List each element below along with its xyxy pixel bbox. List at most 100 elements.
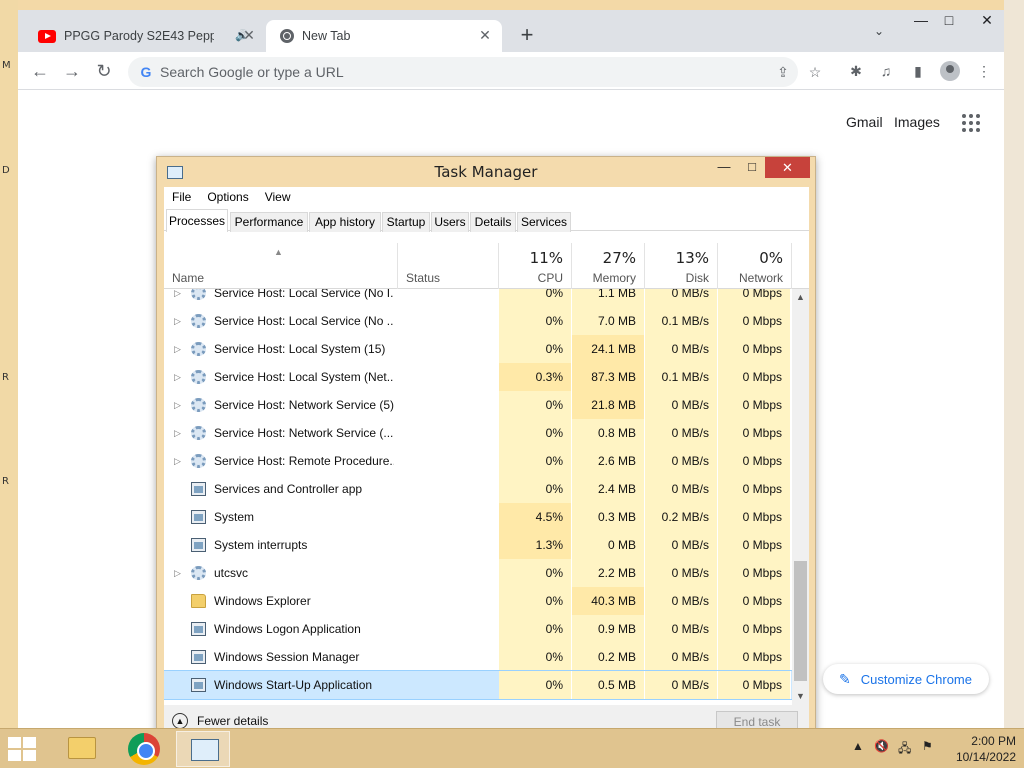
column-status[interactable]: Status bbox=[398, 243, 499, 289]
taskbar-chrome[interactable] bbox=[116, 731, 170, 767]
column-memory[interactable]: 27% Memory bbox=[572, 243, 645, 289]
bookmark-star-icon[interactable]: ☆ bbox=[806, 63, 824, 81]
address-input[interactable] bbox=[160, 61, 720, 83]
process-row[interactable]: Windows Session Manager 0% 0.2 MB 0 MB/s 0 M… bbox=[164, 643, 792, 671]
process-network: 0 Mbps bbox=[718, 643, 791, 671]
images-link[interactable]: Images bbox=[894, 114, 940, 130]
process-row[interactable]: ▷ Service Host: Local Service (No I... 0% 1… bbox=[164, 289, 792, 307]
menu-options[interactable]: Options bbox=[199, 187, 256, 207]
network-icon[interactable]: 🖧 bbox=[898, 739, 911, 760]
process-cpu: 0% bbox=[499, 391, 572, 419]
google-apps-icon[interactable] bbox=[962, 114, 980, 132]
volume-muted-icon[interactable]: 🔇 bbox=[874, 739, 889, 753]
desktop-icon-label: R bbox=[2, 372, 9, 383]
expand-chevron-icon[interactable]: ▷ bbox=[174, 559, 181, 587]
process-network: 0 Mbps bbox=[718, 503, 791, 531]
sort-up-icon: ▲ bbox=[274, 247, 283, 257]
omnibox[interactable]: G ⇪ ☆ bbox=[128, 57, 821, 87]
action-center-icon[interactable]: ⚑ bbox=[922, 739, 933, 753]
taskbar-task-manager[interactable] bbox=[176, 731, 230, 767]
extensions-icon[interactable]: ✱ bbox=[846, 61, 866, 81]
minimize-button[interactable]: — bbox=[906, 12, 936, 34]
process-row[interactable]: Windows Explorer 0% 40.3 MB 0 MB/s 0 Mbps bbox=[164, 587, 792, 615]
reload-icon[interactable]: ↻ bbox=[92, 59, 116, 83]
gmail-link[interactable]: Gmail bbox=[846, 114, 883, 130]
show-hidden-icons-icon[interactable]: ▲ bbox=[852, 739, 864, 753]
tab-users[interactable]: Users bbox=[431, 212, 469, 232]
tab-app-history[interactable]: App history bbox=[309, 212, 381, 232]
scroll-down-icon[interactable]: ▼ bbox=[792, 688, 809, 705]
process-row[interactable]: Windows Logon Application 0% 0.9 MB 0 MB/s 0… bbox=[164, 615, 792, 643]
process-name: Windows Logon Application bbox=[214, 622, 361, 636]
expand-chevron-icon[interactable]: ▷ bbox=[174, 307, 181, 335]
process-memory: 0.2 MB bbox=[572, 643, 645, 671]
process-cpu: 0% bbox=[499, 419, 572, 447]
start-button[interactable] bbox=[8, 737, 38, 761]
app-window-icon bbox=[191, 622, 206, 636]
expand-chevron-icon[interactable]: ▷ bbox=[174, 419, 181, 447]
taskbar-file-explorer[interactable] bbox=[54, 731, 108, 767]
fewer-details-button[interactable]: ▲ Fewer details bbox=[172, 713, 268, 729]
menu-file[interactable]: File bbox=[164, 187, 199, 207]
process-row[interactable]: ▷ Service Host: Network Service (... 0% 0.8… bbox=[164, 419, 792, 447]
tab-search-icon[interactable]: ⌄ bbox=[874, 24, 884, 38]
column-name[interactable]: ▲ Name bbox=[164, 243, 398, 289]
menu-kebab-icon[interactable]: ⋮ bbox=[974, 61, 994, 81]
process-row[interactable]: ▷ Service Host: Local System (15) 0% 24.1 M… bbox=[164, 335, 792, 363]
media-control-icon[interactable]: ♫ bbox=[876, 61, 896, 81]
process-name: Service Host: Local System (15) bbox=[214, 342, 386, 356]
app-window-icon bbox=[191, 510, 206, 524]
tab-youtube[interactable]: PPGG Parody S2E43 Peppa Th 🔊 ✕ bbox=[30, 20, 266, 52]
menu-view[interactable]: View bbox=[257, 187, 299, 207]
customize-chrome-button[interactable]: ✎ Customize Chrome bbox=[823, 664, 989, 694]
close-tab-icon[interactable]: ✕ bbox=[240, 26, 258, 44]
scroll-thumb[interactable] bbox=[794, 561, 807, 681]
forward-icon[interactable]: → bbox=[60, 59, 84, 83]
tab-services[interactable]: Services bbox=[517, 212, 571, 232]
expand-chevron-icon[interactable]: ▷ bbox=[174, 363, 181, 391]
expand-chevron-icon[interactable]: ▷ bbox=[174, 391, 181, 419]
tab-processes[interactable]: Processes bbox=[166, 209, 228, 232]
process-row[interactable]: Services and Controller app 0% 2.4 MB 0 MB/… bbox=[164, 475, 792, 503]
app-window-icon bbox=[191, 482, 206, 496]
tab-startup[interactable]: Startup bbox=[382, 212, 430, 232]
column-network[interactable]: 0% Network bbox=[718, 243, 792, 289]
tab-new-tab[interactable]: New Tab ✕ bbox=[266, 20, 502, 52]
process-row[interactable]: ▷ utcsvc 0% 2.2 MB 0 MB/s 0 Mbps bbox=[164, 559, 792, 587]
process-row[interactable]: ▷ Service Host: Remote Procedure... 0% 2.6 … bbox=[164, 447, 792, 475]
process-cpu: 0% bbox=[499, 335, 572, 363]
expand-chevron-icon[interactable]: ▷ bbox=[174, 289, 181, 307]
scroll-up-icon[interactable]: ▲ bbox=[792, 289, 809, 306]
column-cpu[interactable]: 11% CPU bbox=[499, 243, 572, 289]
process-row[interactable]: ▷ Service Host: Local Service (No ... 0% 7.… bbox=[164, 307, 792, 335]
close-window-button[interactable]: ✕ bbox=[972, 12, 1002, 34]
side-panel-icon[interactable]: ▮ bbox=[908, 61, 928, 81]
new-tab-button[interactable]: + bbox=[515, 24, 539, 48]
column-label: Name bbox=[172, 271, 205, 285]
tab-details[interactable]: Details bbox=[470, 212, 516, 232]
column-disk[interactable]: 13% Disk bbox=[645, 243, 718, 289]
profile-avatar-icon[interactable] bbox=[940, 61, 960, 81]
process-row[interactable]: System interrupts 1.3% 0 MB 0 MB/s 0 Mbps bbox=[164, 531, 792, 559]
process-row[interactable]: ▷ Service Host: Network Service (5) 0% 21.8… bbox=[164, 391, 792, 419]
task-manager-titlebar[interactable]: Task Manager — □ ✕ bbox=[157, 157, 815, 187]
minimize-button[interactable]: — bbox=[711, 159, 737, 179]
maximize-button[interactable]: □ bbox=[739, 159, 765, 179]
tab-performance[interactable]: Performance bbox=[230, 212, 308, 232]
close-tab-icon[interactable]: ✕ bbox=[476, 26, 494, 44]
process-row[interactable]: System 4.5% 0.3 MB 0.2 MB/s 0 Mbps bbox=[164, 503, 792, 531]
back-icon[interactable]: ← bbox=[28, 59, 52, 83]
tab-title: PPGG Parody S2E43 Peppa Th bbox=[64, 29, 214, 43]
close-button[interactable]: ✕ bbox=[765, 157, 810, 178]
clock[interactable]: 2:00 PM 10/14/2022 bbox=[944, 733, 1016, 765]
process-row[interactable]: Windows Start-Up Application 0% 0.5 MB 0 MB… bbox=[164, 670, 792, 700]
maximize-button[interactable]: □ bbox=[934, 12, 964, 34]
share-icon[interactable]: ⇪ bbox=[774, 63, 792, 81]
column-label: Memory bbox=[592, 271, 636, 285]
expand-chevron-icon[interactable]: ▷ bbox=[174, 447, 181, 475]
process-row[interactable]: ▷ Service Host: Local System (Net... 0.3% 8… bbox=[164, 363, 792, 391]
process-disk: 0.2 MB/s bbox=[645, 503, 718, 531]
process-memory: 21.8 MB bbox=[572, 391, 645, 419]
vertical-scrollbar[interactable]: ▲ ▼ bbox=[792, 289, 809, 705]
expand-chevron-icon[interactable]: ▷ bbox=[174, 335, 181, 363]
